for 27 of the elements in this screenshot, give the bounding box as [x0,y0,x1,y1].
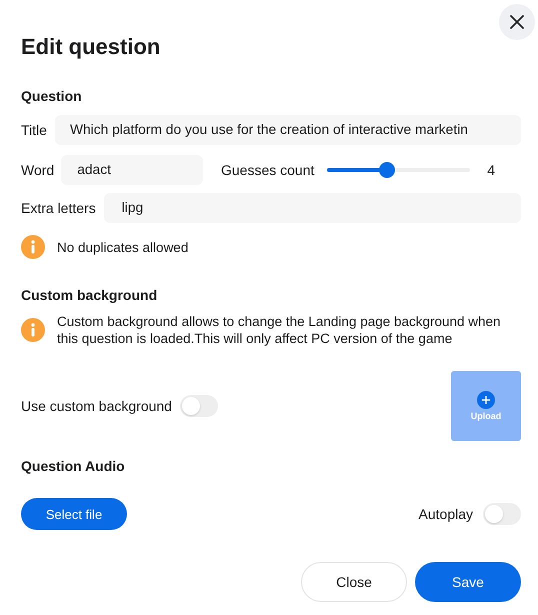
close-button[interactable] [499,4,535,40]
close-icon [510,15,524,29]
plus-icon [477,391,495,409]
toggle-label: Autoplay [418,506,473,522]
info-icon [21,235,45,259]
section-heading: Question [21,88,83,104]
section-heading: Custom background [21,287,158,303]
input-field[interactable]: adact [61,155,203,185]
toggle-switch[interactable] [180,395,218,417]
close-button[interactable]: Close [301,562,407,602]
info-text: No duplicates allowed [57,238,188,256]
input-field[interactable]: lipg [104,193,521,223]
info-text: Custom background allows to change the Landing page background when this question is loaded.This will only affect PC version of the game [57,313,502,347]
field-label: Extra letters [21,200,96,216]
select-file-button[interactable]: Select file [21,498,127,530]
slider-thumb[interactable] [379,162,396,178]
toggle-label: Use custom background [21,398,172,414]
save-button[interactable]: Save [415,562,521,602]
dialog-title: Edit question [21,34,162,60]
field-label: Word [21,162,54,178]
slider-label: Guesses count [221,162,314,178]
info-icon [21,318,45,342]
toggle-switch[interactable] [483,503,521,525]
section-heading: Question Audio [21,458,126,474]
input-field[interactable]: Which platform do you use for the creation of interactive marketin [54,115,521,145]
slider-value: 4 [487,162,495,178]
field-label: Title [21,122,47,138]
